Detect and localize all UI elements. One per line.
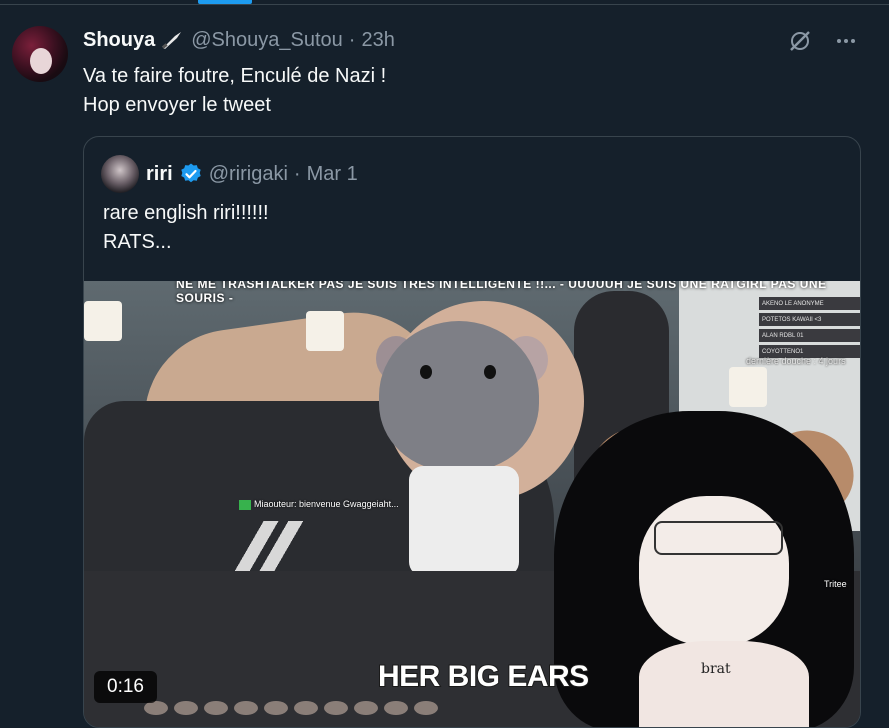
author-handle[interactable]: @Shouya_Sutou: [191, 29, 343, 52]
more-icon[interactable]: [833, 28, 859, 54]
leaderboard-name: POTETOS KAWAII <3: [762, 316, 822, 323]
leaderboard-name: AKENO LE ANONYME: [762, 300, 824, 307]
separator: ·: [293, 162, 301, 185]
leaderboard-name: COYOTTENO1: [762, 348, 804, 355]
separator: ·: [348, 28, 356, 51]
rat-row: [144, 701, 860, 721]
sticker: [84, 301, 122, 341]
chat-line: Miaouteur: bienvenue Gwaggeiaht...: [239, 499, 399, 510]
rat-sprite: [414, 701, 438, 715]
video-scene-logo: [234, 521, 304, 571]
sticker: [729, 367, 767, 407]
rat-sprite: [144, 701, 168, 715]
rat-sprite: [204, 701, 228, 715]
quote-date[interactable]: Mar 1: [307, 163, 358, 186]
verified-icon: [179, 162, 203, 186]
quote-author-name[interactable]: riri: [146, 163, 173, 186]
avatar-character-glasses: [654, 521, 783, 555]
rat-sprite: [234, 701, 258, 715]
rat: [379, 321, 539, 471]
quote-header: riri @ririgaki · Mar 1: [146, 161, 358, 187]
rat-eye: [484, 365, 496, 379]
rat-eye: [420, 365, 432, 379]
stream-banner: NE ME TRASHTALKER PAS JE SUIS TRES INTEL…: [176, 281, 827, 305]
quote-author-handle[interactable]: @ririgaki: [209, 163, 288, 186]
quote-text: rare english riri!!!!!! RATS...: [103, 202, 269, 253]
tweet-time[interactable]: 23h: [361, 29, 394, 52]
rat-sprite: [354, 701, 378, 715]
rat-sprite: [174, 701, 198, 715]
rat-sprite: [384, 701, 408, 715]
rat-sprite: [294, 701, 318, 715]
leaderboard-row: ALAN RDBL 01: [759, 329, 860, 342]
quote-tweet[interactable]: riri @ririgaki · Mar 1 rare english riri…: [83, 136, 861, 728]
chat-message: Miaouteur: bienvenue Gwaggeiaht...: [254, 499, 399, 509]
leaderboard-row: AKENO LE ANONYME: [759, 297, 860, 310]
tweet-header: Shouya @Shouya_Sutou · 23h: [83, 28, 395, 52]
avatar-character-face: [639, 496, 789, 646]
rat-sprite: [324, 701, 348, 715]
emote-icon: [239, 499, 251, 510]
knife-icon: [161, 30, 185, 50]
author-name[interactable]: Shouya: [83, 29, 155, 52]
bottle: [409, 466, 519, 576]
divider: [0, 4, 889, 5]
shower-note: dernière douche : 4 jours: [746, 356, 846, 366]
brat-text: brat: [701, 661, 731, 677]
avatar[interactable]: [12, 26, 68, 82]
side-label: Tritee: [824, 579, 847, 589]
quote-avatar[interactable]: [101, 155, 139, 193]
sticker: [306, 311, 344, 351]
rat-sprite: [264, 701, 288, 715]
video-player[interactable]: NE ME TRASHTALKER PAS JE SUIS TRES INTEL…: [84, 281, 860, 727]
tweet-text: Va te faire foutre, Enculé de Nazi ! Hop…: [83, 65, 387, 116]
video-duration-badge[interactable]: 0:16: [94, 671, 157, 703]
tweet-actions: [787, 28, 859, 54]
leaderboard: AKENO LE ANONYME POTETOS KAWAII <3 ALAN …: [759, 297, 860, 361]
video-caption: HER BIG EARS: [377, 659, 590, 694]
leaderboard-name: ALAN RDBL 01: [762, 332, 804, 339]
leaderboard-row: POTETOS KAWAII <3: [759, 313, 860, 326]
grok-icon[interactable]: [787, 28, 813, 54]
